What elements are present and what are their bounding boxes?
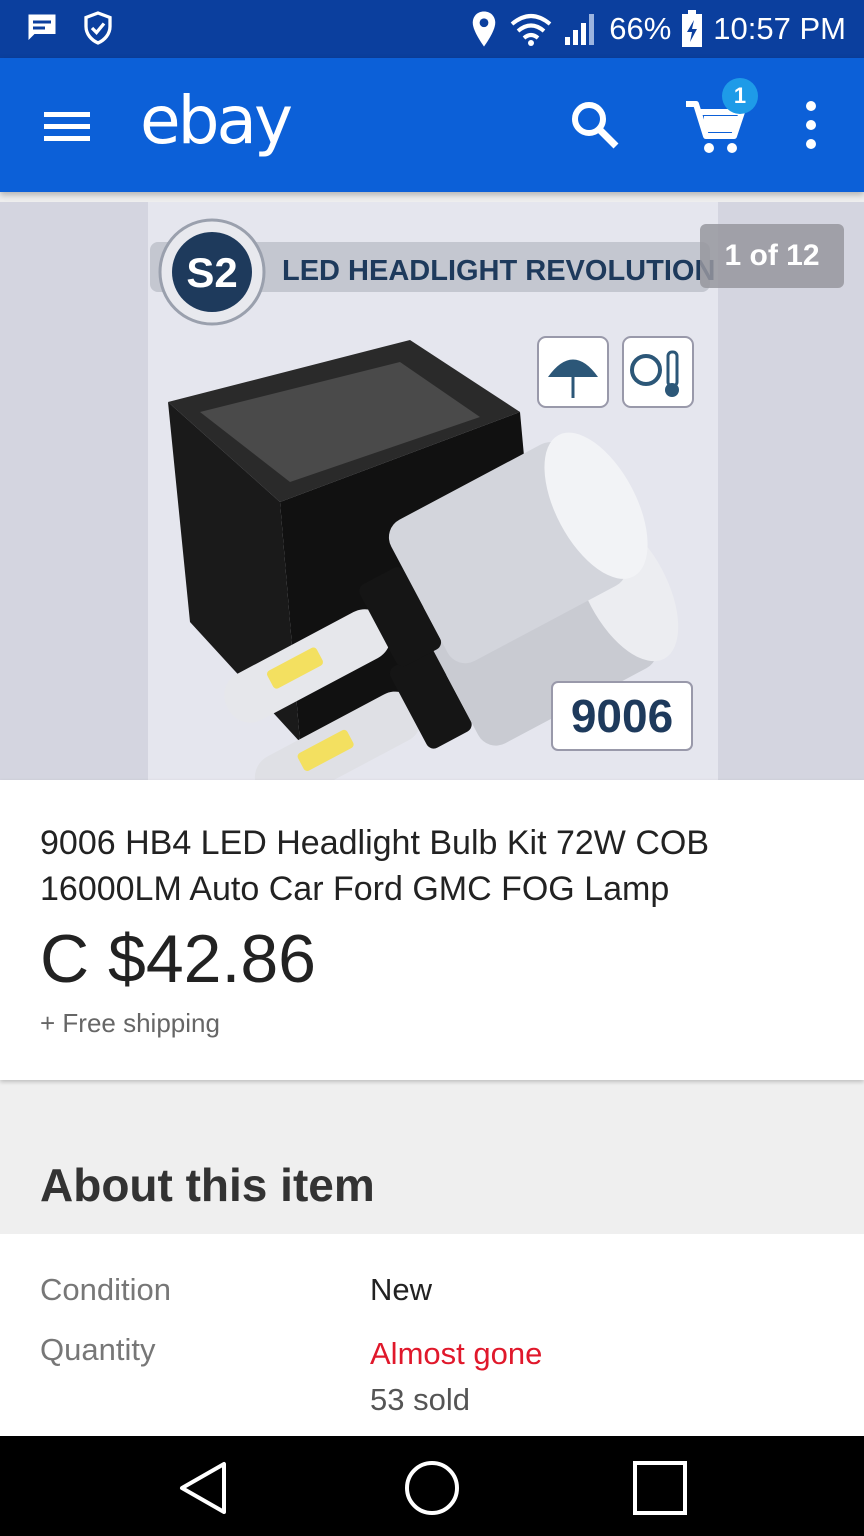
wifi-icon (510, 14, 552, 46)
product-price: C $42.86 (40, 921, 316, 997)
cart-count-badge: 1 (722, 78, 758, 114)
clock: 10:57 PM (713, 11, 846, 46)
message-icon (28, 14, 56, 40)
image-counter: 1 of 12 (700, 224, 844, 288)
model-label: 9006 (571, 690, 673, 742)
battery-percent: 66% (609, 11, 672, 46)
status-bar: 66% 10:57 PM (0, 0, 864, 58)
about-heading: About this item (40, 1159, 375, 1211)
signal-icon (565, 14, 595, 45)
item-specifics: Condition New Quantity Almost gone 53 so… (0, 1234, 864, 1436)
recents-icon[interactable] (630, 1458, 690, 1518)
battery-icon (682, 10, 703, 47)
menu-icon[interactable] (38, 102, 96, 152)
search-icon[interactable] (566, 96, 624, 154)
shipping-info: + Free shipping (40, 1008, 220, 1038)
quantity-sold: 53 sold (370, 1382, 470, 1417)
s2-badge: S2 (186, 249, 237, 296)
condition-value: New (370, 1272, 433, 1307)
product-image: S2 LED HEADLIGHT REVOLUTION 9006 (148, 202, 718, 780)
shield-icon (84, 11, 112, 45)
quantity-alert: Almost gone (370, 1336, 543, 1371)
home-icon[interactable] (402, 1458, 462, 1518)
product-summary: 9006 HB4 LED Headlight Bulb Kit 72W COB … (0, 780, 864, 1080)
ebay-logo[interactable]: ebay (140, 82, 293, 159)
quantity-label: Quantity (40, 1332, 156, 1367)
condition-label: Condition (40, 1272, 171, 1307)
banner-text: LED HEADLIGHT REVOLUTION (282, 255, 715, 287)
product-title: 9006 HB4 LED Headlight Bulb Kit 72W COB … (40, 824, 710, 908)
more-icon[interactable] (794, 98, 828, 152)
product-image-gallery[interactable]: S2 LED HEADLIGHT REVOLUTION 9006 1 of 12 (0, 202, 864, 780)
system-nav-bar (0, 1436, 864, 1536)
location-icon (473, 11, 496, 47)
back-icon[interactable] (174, 1458, 234, 1518)
